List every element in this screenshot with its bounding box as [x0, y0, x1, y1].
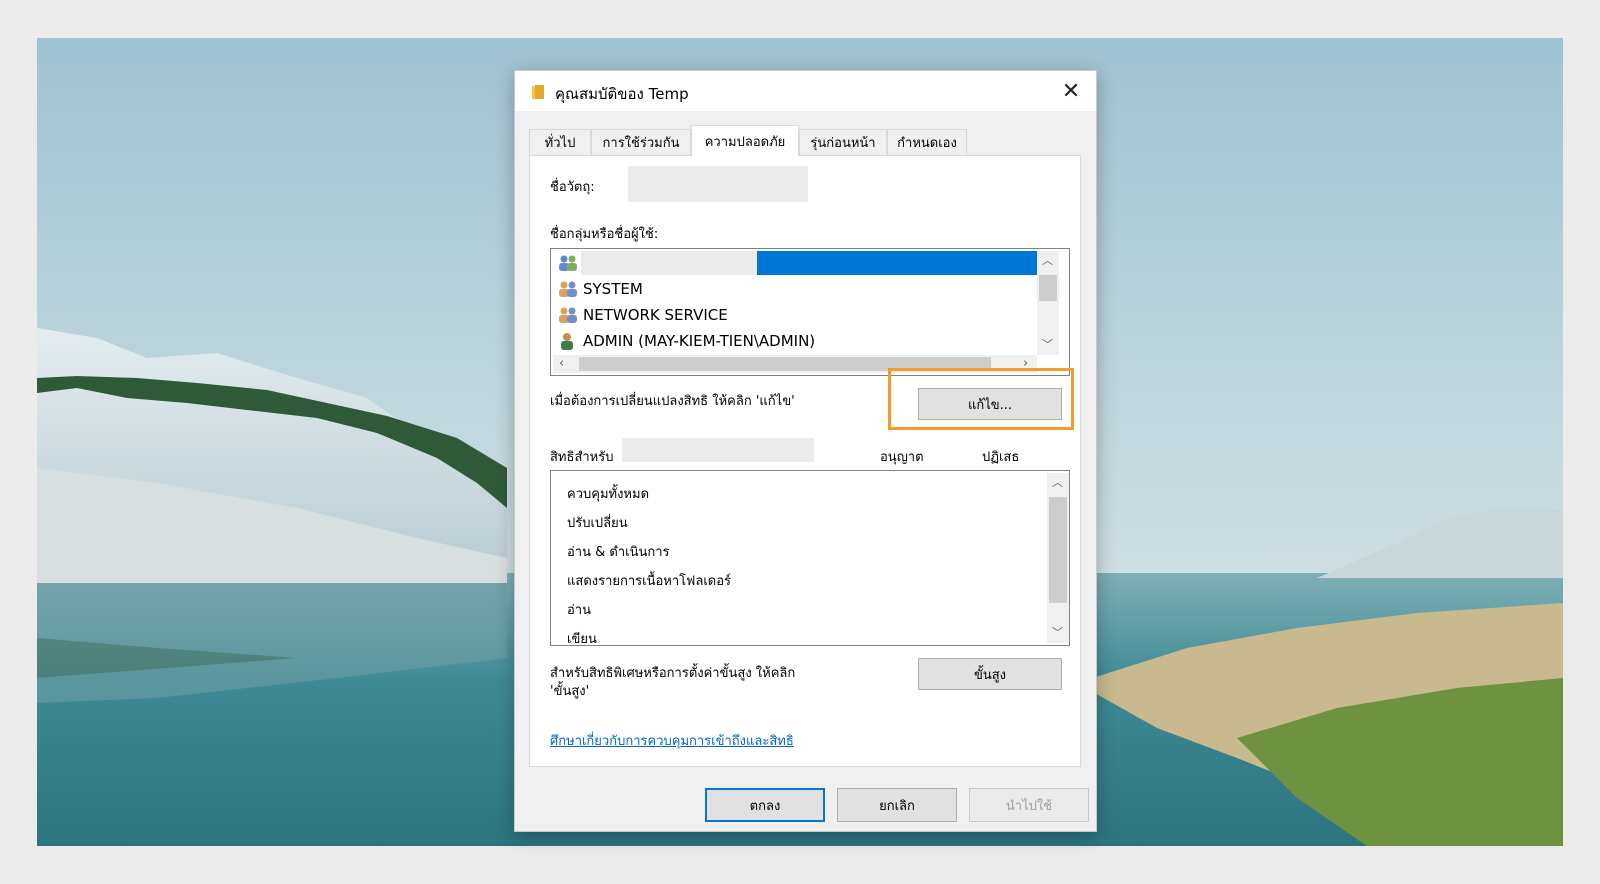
user-name: ADMIN (MAY-KIEM-TIEN\ADMIN) — [583, 332, 816, 350]
title-bar: คุณสมบัติของ Temp ✕ — [515, 71, 1096, 111]
advanced-button[interactable]: ขั้นสูง — [918, 658, 1062, 690]
group-user-label: ชื่อกลุ่มหรือชื่อผู้ใช้: — [550, 227, 659, 242]
list-item[interactable]: ADMIN (MAY-KIEM-TIEN\ADMIN) — [557, 329, 815, 353]
scroll-up-icon[interactable]: ︿ — [1052, 477, 1063, 488]
tab-previous-versions[interactable]: รุ่นก่อนหน้า — [799, 129, 887, 155]
scroll-thumb[interactable] — [1039, 275, 1057, 301]
tab-general[interactable]: ทั่วไป — [529, 129, 591, 155]
allow-column-header: อนุญาต — [880, 450, 924, 465]
permissions-listbox[interactable]: ควบคุมทั้งหมด ปรับเปลี่ยน อ่าน & ดำเนินก… — [550, 470, 1070, 647]
permissions-for-redacted — [622, 438, 814, 462]
close-icon: ✕ — [1061, 78, 1081, 104]
object-name-value — [628, 166, 808, 202]
redacted-user-name — [581, 251, 757, 275]
list-item[interactable] — [557, 251, 583, 275]
tab-sharing[interactable]: การใช้ร่วมกัน — [591, 129, 691, 155]
tab-strip: ทั่วไป การใช้ร่วมกัน ความปลอดภัย รุ่นก่อ… — [529, 125, 1089, 156]
user-name: SYSTEM — [583, 280, 643, 298]
group-users-icon — [559, 281, 577, 297]
edit-hint-text: เมื่อต้องการเปลี่ยนแปลงสิทธิ ให้คลิก 'แก… — [550, 394, 795, 409]
apply-button[interactable]: นำไปใช้ — [969, 788, 1089, 822]
single-user-icon — [561, 333, 573, 350]
security-panel: ชื่อวัตถุ: ชื่อกลุ่มหรือชื่อผู้ใช้: SYST… — [529, 155, 1081, 767]
permission-row: แสดงรายการเนื้อหาโฟลเดอร์ — [567, 574, 731, 589]
cancel-button[interactable]: ยกเลิก — [837, 788, 957, 822]
properties-dialog: คุณสมบัติของ Temp ✕ ทั่วไป การใช้ร่วมกัน… — [514, 70, 1097, 832]
permission-row: เขียน — [567, 632, 597, 647]
close-button[interactable]: ✕ — [1054, 75, 1088, 107]
edit-button[interactable]: แก้ไข... — [918, 388, 1062, 420]
folder-icon — [532, 85, 544, 99]
tab-customize[interactable]: กำหนดเอง — [887, 129, 967, 155]
permission-row: อ่าน & ดำเนินการ — [567, 545, 670, 560]
permissions-vertical-scrollbar[interactable]: ︿ ﹀ — [1047, 473, 1069, 643]
ok-button[interactable]: ตกลง — [705, 788, 825, 822]
permission-row: ควบคุมทั้งหมด — [567, 487, 650, 502]
group-users-icon — [559, 307, 577, 323]
deny-column-header: ปฏิเสธ — [982, 450, 1020, 465]
permissions-for-label: สิทธิสำหรับ — [550, 450, 614, 465]
permission-row: ปรับเปลี่ยน — [567, 516, 628, 531]
scroll-down-icon[interactable]: ﹀ — [1052, 627, 1063, 638]
user-name: NETWORK SERVICE — [583, 306, 728, 324]
list-item[interactable]: SYSTEM — [557, 277, 643, 301]
permission-row: อ่าน — [567, 603, 591, 618]
dialog-title: คุณสมบัติของ Temp — [555, 85, 689, 103]
learn-access-control-link[interactable]: ศึกษาเกี่ยวกับการควบคุมการเข้าถึงและสิทธ… — [550, 730, 794, 751]
scroll-down-icon[interactable]: ﹀ — [1042, 339, 1053, 350]
user-list-vertical-scrollbar[interactable]: ︿ ﹀ — [1037, 251, 1059, 355]
scroll-thumb[interactable] — [1049, 497, 1067, 603]
advanced-hint-line2: 'ขั้นสูง' — [550, 684, 590, 699]
object-name-label: ชื่อวัตถุ: — [550, 180, 595, 195]
tab-security[interactable]: ความปลอดภัย — [691, 125, 799, 156]
group-users-icon — [559, 255, 577, 271]
scroll-left-icon[interactable]: ‹ — [559, 357, 564, 370]
user-listbox[interactable]: SYSTEM NETWORK SERVICE ADMIN (MAY-KIEM-T… — [550, 248, 1070, 376]
list-item[interactable]: NETWORK SERVICE — [557, 303, 728, 327]
scroll-up-icon[interactable]: ︿ — [1042, 255, 1053, 266]
